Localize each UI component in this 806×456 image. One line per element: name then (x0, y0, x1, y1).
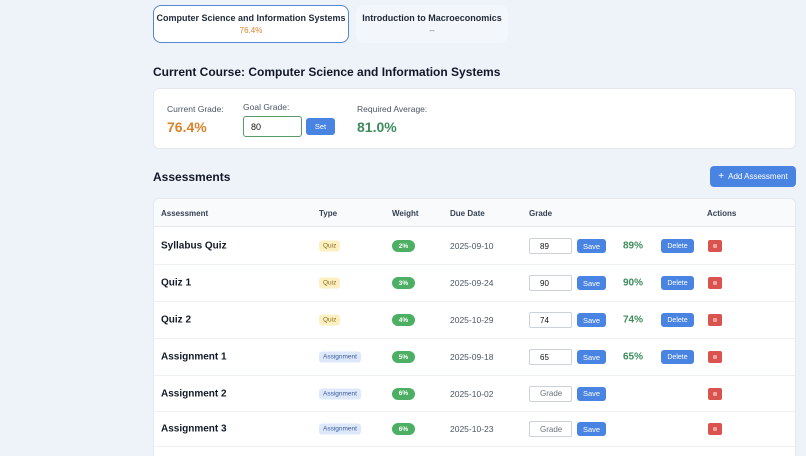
type-badge: Quiz (319, 240, 341, 252)
save-button[interactable]: Save (577, 239, 606, 253)
type-badge: Assignment (319, 351, 361, 363)
weight-badge: 4% (392, 314, 415, 326)
save-button[interactable]: Save (577, 422, 606, 436)
table-row: Syllabus Quiz Quiz 2% 2025-09-10 Save 89% Dele… (154, 228, 795, 265)
plus-icon: + (718, 171, 725, 182)
weight-badge: 3% (392, 277, 415, 289)
weight-badge: 6% (392, 387, 415, 400)
trash-icon[interactable] (708, 351, 722, 363)
assessment-name: Assignment 3 (161, 423, 227, 435)
grade-percent: 74% (623, 314, 644, 326)
save-button[interactable]: Save (577, 276, 606, 290)
table-row: Quiz 2 Quiz 4% 2025-10-29 Save 74% Delete (154, 302, 795, 339)
grade-input[interactable] (529, 385, 572, 402)
trash-icon[interactable] (708, 314, 722, 326)
weight-badge: 2% (392, 240, 415, 252)
grade-summary-card: Current Grade: 76.4% Goal Grade: Set Req… (153, 88, 796, 149)
current-grade-label: Current Grade: (167, 104, 224, 114)
tab-grade: -- (429, 26, 435, 35)
course-heading: Current Course: Computer Science and Inf… (153, 65, 501, 79)
goal-grade-label: Goal Grade: (243, 102, 290, 112)
tab-macroeconomics[interactable]: Introduction to Macroeconomics -- (356, 5, 508, 43)
trash-icon[interactable] (708, 240, 722, 252)
save-button[interactable]: Save (577, 313, 606, 327)
weight-badge: 5% (392, 351, 415, 363)
tab-computer-science[interactable]: Computer Science and Information Systems… (153, 5, 349, 43)
save-button[interactable]: Save (577, 386, 606, 401)
col-type: Type (319, 209, 338, 218)
assessment-name: Quiz 1 (161, 277, 192, 289)
due-date: 2025-10-29 (450, 315, 494, 325)
assessment-name: Syllabus Quiz (161, 240, 227, 252)
grade-input[interactable] (529, 238, 572, 254)
trash-icon[interactable] (708, 387, 722, 400)
trash-icon[interactable] (708, 423, 722, 435)
assessment-name: Quiz 2 (161, 314, 192, 326)
current-grade-value: 76.4% (167, 119, 207, 135)
set-goal-button[interactable]: Set (306, 118, 335, 135)
grade-input[interactable] (529, 421, 572, 437)
type-badge: Assignment (319, 423, 361, 435)
assessments-table: Assessment Type Weight Due Date Grade Ac… (153, 198, 796, 456)
tab-title: Computer Science and Information Systems (156, 13, 346, 23)
goal-grade-input[interactable] (243, 116, 302, 137)
assessment-name: Assignment 2 (161, 388, 227, 399)
type-badge: Quiz (319, 314, 341, 326)
add-assessment-label: Add Assessment (728, 172, 788, 181)
col-grade: Grade (529, 209, 553, 218)
table-row: Assignment 2 Assignment 6% 2025-10-02 Save (154, 376, 795, 412)
delete-button[interactable]: Delete (661, 239, 694, 253)
grade-input[interactable] (529, 275, 572, 291)
tab-grade: 76.4% (239, 26, 263, 35)
add-assessment-button[interactable]: + Add Assessment (710, 166, 796, 187)
table-row: Assignment 1 Assignment 5% 2025-09-18 Save 65… (154, 339, 795, 376)
due-date: 2025-10-23 (450, 424, 494, 434)
tab-title: Introduction to Macroeconomics (362, 13, 502, 23)
required-average-label: Required Average: (357, 104, 428, 114)
trash-icon[interactable] (708, 277, 722, 289)
delete-button[interactable]: Delete (661, 276, 694, 290)
assessments-heading: Assessments (153, 170, 231, 184)
grade-percent: 90% (623, 277, 644, 289)
type-badge: Assignment (319, 388, 361, 399)
table-row: Assignment 3 Assignment 6% 2025-10-23 Save (154, 412, 795, 447)
col-weight: Weight (392, 209, 419, 218)
table-header: Assessment Type Weight Due Date Grade Ac… (154, 199, 795, 227)
due-date: 2025-09-18 (450, 352, 494, 362)
weight-badge: 6% (392, 423, 415, 435)
type-badge: Quiz (319, 277, 341, 289)
col-assessment: Assessment (161, 209, 209, 218)
table-row: Quiz 1 Quiz 3% 2025-09-24 Save 90% Delete (154, 265, 795, 302)
col-actions: Actions (707, 209, 737, 218)
grade-input[interactable] (529, 312, 572, 328)
save-button[interactable]: Save (577, 350, 606, 364)
due-date: 2025-09-24 (450, 278, 494, 288)
grade-percent: 89% (623, 240, 644, 252)
grade-input[interactable] (529, 349, 572, 365)
delete-button[interactable]: Delete (661, 313, 694, 327)
grade-percent: 65% (623, 351, 644, 363)
course-tabs: Computer Science and Information Systems… (153, 5, 508, 43)
due-date: 2025-10-02 (450, 388, 494, 399)
required-average-value: 81.0% (357, 119, 397, 135)
col-due-date: Due Date (450, 209, 485, 218)
due-date: 2025-09-10 (450, 241, 494, 251)
assessment-name: Assignment 1 (161, 351, 227, 363)
delete-button[interactable]: Delete (661, 350, 694, 364)
